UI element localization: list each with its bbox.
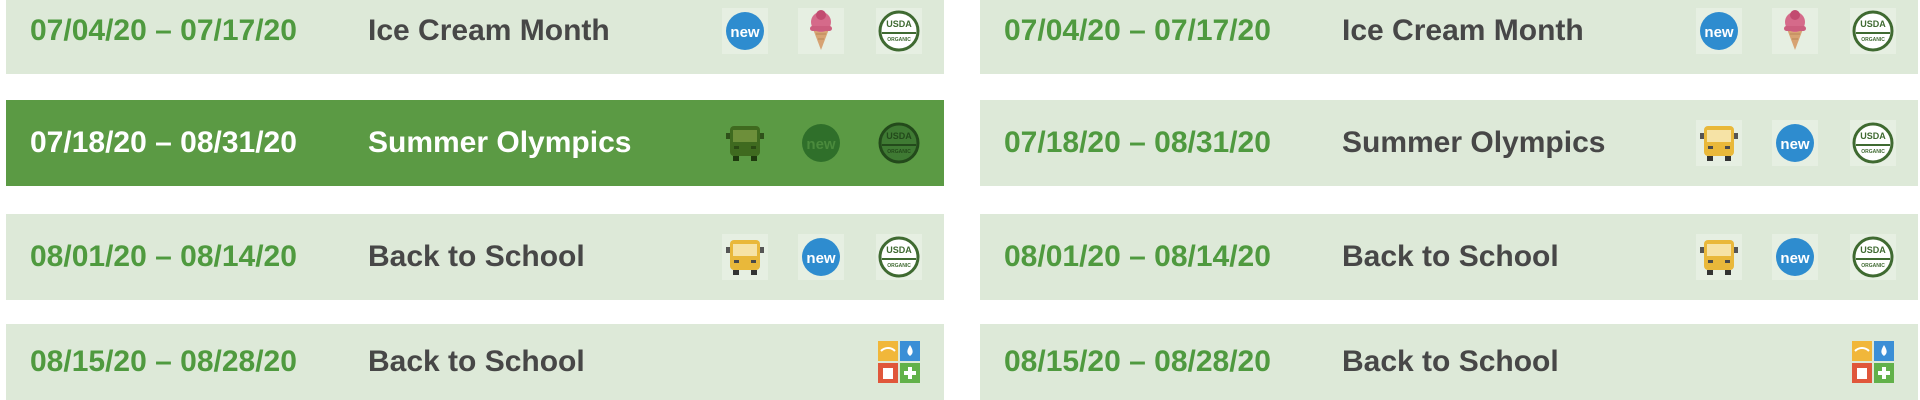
cycle-title: Ice Cream Month <box>368 14 610 47</box>
organic-seal-bottom: ORGANIC <box>1861 263 1885 269</box>
usda-organic-icon: USDA ORGANIC <box>1850 8 1896 54</box>
cycle-title: Back to School <box>368 240 585 273</box>
allergen-grid-icon <box>1852 341 1894 383</box>
date-range: 08/15/20 – 08/28/20 <box>30 345 297 378</box>
menu-cycle-row[interactable]: 07/04/20 – 07/17/20 Ice Cream Month new <box>980 0 1918 74</box>
new-badge-text: new <box>806 136 836 153</box>
date-range: 08/01/20 – 08/14/20 <box>1004 240 1271 273</box>
organic-seal-top: USDA <box>1860 245 1886 255</box>
organic-seal-top: USDA <box>1860 131 1886 141</box>
organic-seal-bottom: ORGANIC <box>887 149 911 155</box>
usda-organic-icon: USDA ORGANIC <box>1850 234 1896 280</box>
cycle-title: Back to School <box>1342 345 1559 378</box>
organic-seal-bottom: ORGANIC <box>1861 149 1885 155</box>
school-bus-icon <box>722 234 768 280</box>
cycle-title: Back to School <box>368 345 585 378</box>
date-range: 08/01/20 – 08/14/20 <box>30 240 297 273</box>
cycle-title: Ice Cream Month <box>1342 14 1584 47</box>
menu-cycle-row[interactable]: 07/18/20 – 08/31/20 Summer Olympics new … <box>980 100 1918 186</box>
cycle-title: Summer Olympics <box>368 126 632 159</box>
new-badge-icon: new <box>798 234 844 280</box>
ice-cream-icon <box>1772 8 1818 54</box>
new-badge-icon: new <box>1696 8 1742 54</box>
organic-seal-bottom: ORGANIC <box>887 263 911 269</box>
school-bus-icon <box>1696 234 1742 280</box>
menu-cycle-row[interactable]: 07/04/20 – 07/17/20 Ice Cream Month new <box>6 0 944 74</box>
organic-seal-top: USDA <box>1860 19 1886 29</box>
usda-organic-icon: USDA ORGANIC <box>876 234 922 280</box>
menu-cycle-row[interactable]: 08/15/20 – 08/28/20 Back to School <box>6 324 944 400</box>
organic-seal-top: USDA <box>886 245 912 255</box>
usda-organic-icon: USDA ORGANIC <box>1850 120 1896 166</box>
new-badge-text: new <box>1780 136 1810 153</box>
cycle-title: Summer Olympics <box>1342 126 1606 159</box>
date-range: 07/04/20 – 07/17/20 <box>30 14 297 47</box>
date-range: 08/15/20 – 08/28/20 <box>1004 345 1271 378</box>
menu-cycle-row[interactable]: 08/15/20 – 08/28/20 Back to School <box>980 324 1918 400</box>
allergen-grid-icon <box>878 341 920 383</box>
menu-cycles-page: 07/04/20 – 07/17/20 Ice Cream Month new <box>0 0 1920 400</box>
menu-cycle-row[interactable]: 08/01/20 – 08/14/20 Back to School new U… <box>6 214 944 300</box>
menu-cycle-row[interactable]: 08/01/20 – 08/14/20 Back to School new U… <box>980 214 1918 300</box>
new-badge-icon: new <box>1772 120 1818 166</box>
new-badge-icon: new <box>802 124 840 162</box>
date-range: 07/04/20 – 07/17/20 <box>1004 14 1271 47</box>
school-bus-icon <box>1696 120 1742 166</box>
new-badge-text: new <box>730 24 760 41</box>
new-badge-text: new <box>1704 24 1734 41</box>
organic-seal-bottom: ORGANIC <box>887 37 911 43</box>
new-badge-icon: new <box>722 8 768 54</box>
usda-organic-icon: USDA ORGANIC <box>876 8 922 54</box>
organic-seal-top: USDA <box>886 131 912 141</box>
organic-seal-bottom: ORGANIC <box>1861 37 1885 43</box>
new-badge-icon: new <box>1772 234 1818 280</box>
menu-cycle-row-selected[interactable]: 07/18/20 – 08/31/20 Summer Olympics new <box>6 100 944 186</box>
school-bus-icon <box>726 126 764 161</box>
organic-seal-top: USDA <box>886 19 912 29</box>
ice-cream-icon <box>798 8 844 54</box>
date-range: 07/18/20 – 08/31/20 <box>1004 126 1271 159</box>
new-badge-text: new <box>1780 250 1810 267</box>
cycle-title: Back to School <box>1342 240 1559 273</box>
date-range: 07/18/20 – 08/31/20 <box>30 126 297 159</box>
new-badge-text: new <box>806 250 836 267</box>
usda-organic-icon: USDA ORGANIC <box>878 122 920 164</box>
